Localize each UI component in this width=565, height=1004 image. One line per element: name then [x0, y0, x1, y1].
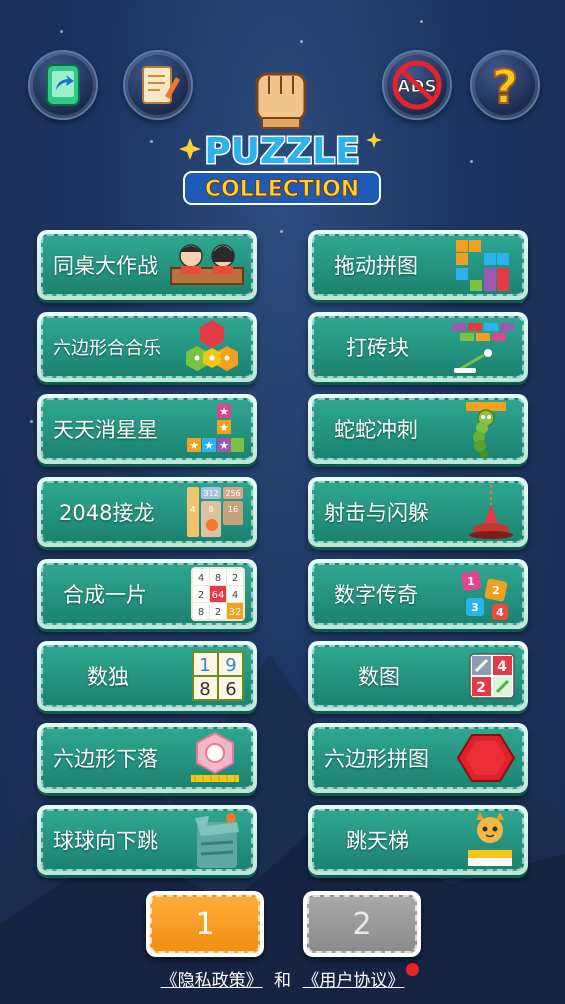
game-tongzhuo-button[interactable]: 同桌大作战	[37, 230, 257, 300]
svg-text:8: 8	[208, 505, 213, 514]
svg-text:312: 312	[203, 489, 218, 498]
game-label: 拖动拼图	[334, 254, 418, 278]
page-2-label: 2	[307, 895, 417, 953]
ball-jump-icon	[195, 813, 239, 868]
svg-text:4: 4	[496, 606, 504, 619]
game-label: 跳天梯	[346, 829, 409, 853]
svg-text:?: ?	[492, 60, 519, 112]
game-label: 球球向下跳	[53, 829, 158, 853]
game-drag-puzzle-button[interactable]: 拖动拼图	[308, 230, 528, 300]
svg-text:4: 4	[198, 573, 204, 584]
nonogram-icon: 4 2	[469, 653, 515, 699]
game-synthesis-button[interactable]: 合成一片 4 8 2 2 64 4 8 2 32	[37, 559, 257, 629]
svg-text:4: 4	[232, 590, 238, 601]
svg-text:★: ★	[219, 421, 229, 434]
svg-text:8: 8	[198, 607, 204, 618]
privacy-policy-link[interactable]: 《隐私政策》	[161, 971, 263, 991]
share-button[interactable]	[28, 50, 98, 120]
red-hexagon-icon	[456, 734, 516, 782]
game-label: 2048接龙	[59, 501, 155, 525]
game-sky-ladder-button[interactable]: 跳天梯	[308, 805, 528, 875]
game-label: 蛇蛇冲刺	[334, 418, 418, 442]
game-ball-jump-button[interactable]: 球球向下跳	[37, 805, 257, 875]
svg-text:256: 256	[225, 489, 240, 498]
game-label: 六边形合合乐	[53, 338, 161, 359]
game-label: 数独	[87, 665, 129, 689]
svg-text:8: 8	[215, 573, 221, 584]
svg-text:3: 3	[471, 601, 479, 614]
game-nonogram-button[interactable]: 数图 4 2	[308, 641, 528, 711]
svg-text:★: ★	[219, 439, 229, 452]
page-1-label: 1	[150, 895, 260, 953]
game-label: 天天消星星	[53, 418, 158, 442]
svg-text:4: 4	[497, 659, 507, 675]
hexagon-drop-icon	[191, 731, 239, 782]
help-button[interactable]: ?	[470, 50, 540, 120]
game-2048-button[interactable]: 2048接龙 312 256 16 8 4	[37, 477, 257, 547]
game-sudoku-button[interactable]: 数独 1 9 8 6	[37, 641, 257, 711]
game-label: 射击与闪躲	[324, 501, 429, 525]
puzzle-collection-logo: PUZZLE COLLECTION	[179, 72, 382, 205]
game-hexagon-merge-button[interactable]: 六边形合合乐	[37, 312, 257, 382]
svg-text:2: 2	[492, 584, 500, 597]
cat-stairs-icon	[468, 812, 512, 866]
hexagon-merge-icon	[186, 320, 238, 371]
game-label: 打砖块	[346, 336, 409, 360]
svg-text:COLLECTION: COLLECTION	[205, 177, 359, 202]
game-label: 数图	[358, 665, 400, 689]
notification-dot	[406, 963, 419, 976]
game-number-legend-button[interactable]: 数字传奇 1 2 3 4	[308, 559, 528, 629]
svg-text:PUZZLE: PUZZLE	[204, 131, 359, 172]
footer-links: 《隐私政策》 和 《用户协议》	[0, 966, 565, 991]
footer-and-text: 和	[274, 971, 291, 991]
game-star-blocks-button[interactable]: 天天消星星 ★ ★ ★ ★ ★	[37, 394, 257, 464]
game-label: 合成一片	[63, 583, 147, 607]
help-icon: ?	[491, 59, 520, 112]
snake-icon	[466, 402, 506, 458]
svg-text:4: 4	[190, 505, 195, 514]
sudoku-icon: 1 9 8 6	[192, 651, 244, 701]
number-cubes-icon: 1 2 3 4	[461, 571, 508, 620]
game-shoot-dodge-button[interactable]: 射击与闪躲	[308, 477, 528, 547]
svg-text:64: 64	[212, 590, 225, 601]
desk-mates-icon	[170, 244, 244, 285]
svg-text:★: ★	[204, 439, 214, 452]
star-blocks-icon: ★ ★ ★ ★ ★	[187, 404, 244, 452]
no-ads-icon: ADS	[392, 60, 442, 110]
tetris-blocks-icon	[456, 240, 509, 291]
game-label: 六边形下落	[53, 747, 158, 771]
svg-text:2: 2	[198, 590, 204, 601]
svg-text:6: 6	[225, 679, 236, 700]
game-brick-breaker-button[interactable]: 打砖块	[308, 312, 528, 382]
game-label: 同桌大作战	[53, 254, 158, 278]
svg-text:2: 2	[232, 573, 238, 584]
game-label: 六边形拼图	[324, 747, 429, 771]
brick-breaker-icon	[452, 323, 514, 373]
svg-text:★: ★	[189, 439, 199, 452]
game-hexagon-drop-button[interactable]: 六边形下落	[37, 723, 257, 793]
svg-text:9: 9	[225, 655, 236, 676]
game-snake-dash-button[interactable]: 蛇蛇冲刺	[308, 394, 528, 464]
svg-text:1: 1	[467, 575, 475, 588]
fist-icon	[255, 72, 307, 129]
svg-text:8: 8	[199, 679, 210, 700]
no-ads-button[interactable]: ADS	[382, 50, 452, 120]
game-label: 数字传奇	[334, 583, 418, 607]
number-grid-icon: 4 8 2 2 64 4 8 2 32	[191, 567, 245, 621]
2048-tiles-icon: 312 256 16 8 4	[187, 487, 243, 537]
user-agreement-link[interactable]: 《用户协议》	[302, 971, 404, 991]
game-hexagon-puzzle-button[interactable]: 六边形拼图	[308, 723, 528, 793]
svg-text:1: 1	[199, 655, 210, 676]
shooter-icon	[469, 485, 513, 539]
svg-text:16: 16	[228, 505, 238, 514]
page-1-button[interactable]: 1	[146, 891, 264, 957]
svg-text:32: 32	[229, 607, 242, 618]
page-2-button[interactable]: 2	[303, 891, 421, 957]
svg-text:2: 2	[215, 607, 221, 618]
svg-text:★: ★	[219, 405, 229, 418]
svg-text:2: 2	[476, 680, 486, 696]
share-icon	[46, 64, 80, 106]
